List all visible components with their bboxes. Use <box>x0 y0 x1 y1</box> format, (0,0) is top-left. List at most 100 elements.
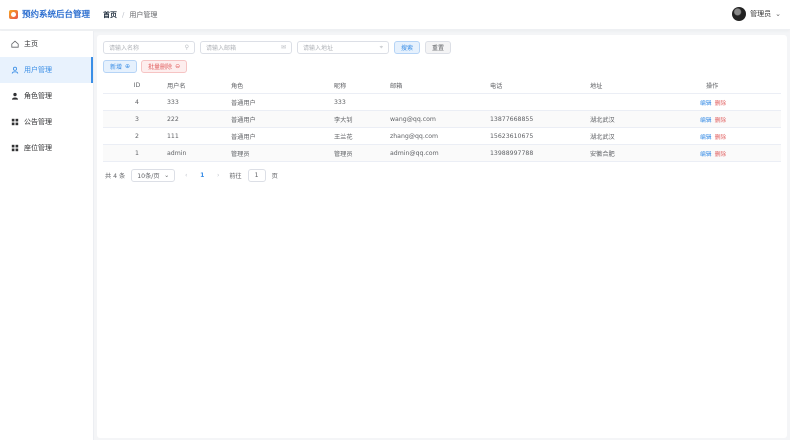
goto-prefix: 前往 <box>229 173 242 180</box>
cell-address: 湖北武汉 <box>590 116 615 124</box>
cell-id: 1 <box>135 149 139 157</box>
column-header-email: 邮箱 <box>390 82 403 90</box>
cell-role: 管理员 <box>231 150 250 158</box>
prev-page-button[interactable]: ‹ <box>181 172 191 179</box>
column-header-address: 地址 <box>590 82 603 90</box>
app-title: 预约系统后台管理 <box>22 10 91 20</box>
sidebar-item-seats[interactable]: 座位管理 <box>0 135 93 161</box>
cell-phone: 15623610675 <box>490 132 534 140</box>
cell-nickname: 管理员 <box>334 150 353 158</box>
edit-button[interactable]: 编辑 <box>700 132 712 141</box>
cell-address: 安徽合肥 <box>590 150 615 158</box>
cell-role: 普通用户 <box>231 99 256 107</box>
page-size-value: 10条/页 <box>137 173 160 180</box>
cell-email: admin@qq.com <box>390 149 439 157</box>
breadcrumb-separator: / <box>122 11 125 19</box>
sidebar-item-label: 主页 <box>24 40 38 48</box>
search-button[interactable]: 搜索 <box>394 41 421 54</box>
column-header-ops: 操作 <box>706 82 719 90</box>
user-icon <box>11 66 19 74</box>
sidebar-item-notices[interactable]: 公告管理 <box>0 109 93 135</box>
cell-id: 4 <box>135 98 139 106</box>
sidebar-item-roles[interactable]: 角色管理 <box>0 83 93 109</box>
breadcrumb-home[interactable]: 首页 <box>103 10 117 20</box>
edit-button[interactable]: 编辑 <box>700 149 712 158</box>
user-menu[interactable]: 管理员 ⌄ <box>732 7 781 21</box>
cell-email: zhang@qq.com <box>390 132 439 140</box>
table-row[interactable]: 2 111 普通用户 王兰花 zhang@qq.com 15623610675 … <box>103 128 781 145</box>
user-name[interactable]: 管理员 <box>750 9 771 19</box>
top-header: 预约系统后台管理 首页 / 用户管理 管理员 ⌄ <box>0 0 790 30</box>
action-bar: 新增 ⊕ 批量删除 ⊖ <box>103 60 188 73</box>
column-header-nickname: 昵称 <box>334 82 347 90</box>
breadcrumb: 首页 / 用户管理 <box>103 10 157 20</box>
cell-phone: 13988997788 <box>490 149 534 157</box>
pagination-total: 共 4 条 <box>105 173 126 180</box>
column-header-id: ID <box>133 81 141 89</box>
location-icon: ⌖ <box>379 43 383 51</box>
sidebar-item-label: 座位管理 <box>24 144 52 152</box>
sidebar-item-users[interactable]: 用户管理 <box>0 57 93 83</box>
column-header-phone: 电话 <box>490 82 503 90</box>
goto-suffix: 页 <box>271 173 278 180</box>
edit-button[interactable]: 编辑 <box>700 115 712 124</box>
cell-username: 111 <box>167 132 179 140</box>
username-search-input[interactable]: 请输入名称 ⚲ <box>103 41 195 54</box>
column-header-role: 角色 <box>231 82 244 90</box>
table-row[interactable]: 4 333 普通用户 333 编辑 删除 <box>103 94 781 111</box>
grid-icon <box>11 118 19 126</box>
app-logo[interactable]: 预约系统后台管理 <box>9 8 97 20</box>
add-button-label: 新增 <box>110 64 123 71</box>
delete-button[interactable]: 删除 <box>715 149 727 158</box>
users-table: ID 用户名 角色 昵称 邮箱 电话 地址 操作 4 333 普通用户 333 … <box>103 77 781 162</box>
sidebar: 主页 用户管理 角色管理 公告管理 座位管理 <box>0 31 94 440</box>
cell-address: 湖北武汉 <box>590 133 615 141</box>
main-panel: 请输入名称 ⚲ 请输入邮箱 ✉ 请输入地址 ⌖ 搜索 重置 新增 ⊕ 批量删除 ⊖ … <box>97 35 787 438</box>
sidebar-item-label: 公告管理 <box>24 118 52 126</box>
goto-page-input[interactable]: 1 <box>247 169 266 182</box>
chevron-down-icon: ⌄ <box>164 172 170 179</box>
page-number-current[interactable]: 1 <box>197 172 207 179</box>
avatar[interactable] <box>732 7 747 21</box>
input-placeholder: 请输入邮箱 <box>206 45 237 52</box>
edit-button[interactable]: 编辑 <box>700 98 712 107</box>
cell-email: wang@qq.com <box>390 115 436 123</box>
table-row[interactable]: 1 admin 管理员 管理员 admin@qq.com 13988997788… <box>103 145 781 162</box>
cell-nickname: 333 <box>334 98 346 106</box>
sidebar-item-label: 用户管理 <box>24 66 52 74</box>
next-page-button[interactable]: › <box>213 172 223 179</box>
table-row[interactable]: 3 222 普通用户 李大钊 wang@qq.com 13877668855 湖… <box>103 111 781 128</box>
grid-icon <box>11 144 19 152</box>
breadcrumb-current: 用户管理 <box>129 11 158 19</box>
sidebar-item-label: 角色管理 <box>24 92 52 100</box>
cell-username: 333 <box>167 98 179 106</box>
sidebar-item-home[interactable]: 主页 <box>0 31 93 57</box>
chevron-down-icon[interactable]: ⌄ <box>775 10 781 18</box>
delete-button[interactable]: 删除 <box>715 98 727 107</box>
home-icon <box>11 40 19 48</box>
role-icon <box>11 92 19 100</box>
cell-nickname: 李大钊 <box>334 116 353 124</box>
email-search-input[interactable]: 请输入邮箱 ✉ <box>200 41 292 54</box>
cell-ops: 编辑 删除 <box>692 132 781 141</box>
table-header-row: ID 用户名 角色 昵称 邮箱 电话 地址 操作 <box>103 77 781 94</box>
batch-delete-button[interactable]: 批量删除 ⊖ <box>141 60 188 73</box>
minus-circle-icon: ⊖ <box>175 63 181 70</box>
filter-bar: 请输入名称 ⚲ 请输入邮箱 ✉ 请输入地址 ⌖ 搜索 重置 <box>103 41 452 54</box>
cell-username: 222 <box>167 115 179 123</box>
address-search-input[interactable]: 请输入地址 ⌖ <box>297 41 389 54</box>
add-button[interactable]: 新增 ⊕ <box>103 60 138 73</box>
cell-ops: 编辑 删除 <box>692 115 781 124</box>
cell-ops: 编辑 删除 <box>692 98 781 107</box>
cell-nickname: 王兰花 <box>334 133 353 141</box>
cell-username: admin <box>167 149 187 157</box>
search-icon: ⚲ <box>184 44 189 51</box>
input-placeholder: 请输入名称 <box>109 45 140 52</box>
cell-role: 普通用户 <box>231 133 256 141</box>
page-size-select[interactable]: 10条/页 ⌄ <box>131 169 176 182</box>
cell-ops: 编辑 删除 <box>692 149 781 158</box>
reset-button[interactable]: 重置 <box>425 41 452 54</box>
delete-button[interactable]: 删除 <box>715 115 727 124</box>
cell-id: 3 <box>135 115 139 123</box>
delete-button[interactable]: 删除 <box>715 132 727 141</box>
